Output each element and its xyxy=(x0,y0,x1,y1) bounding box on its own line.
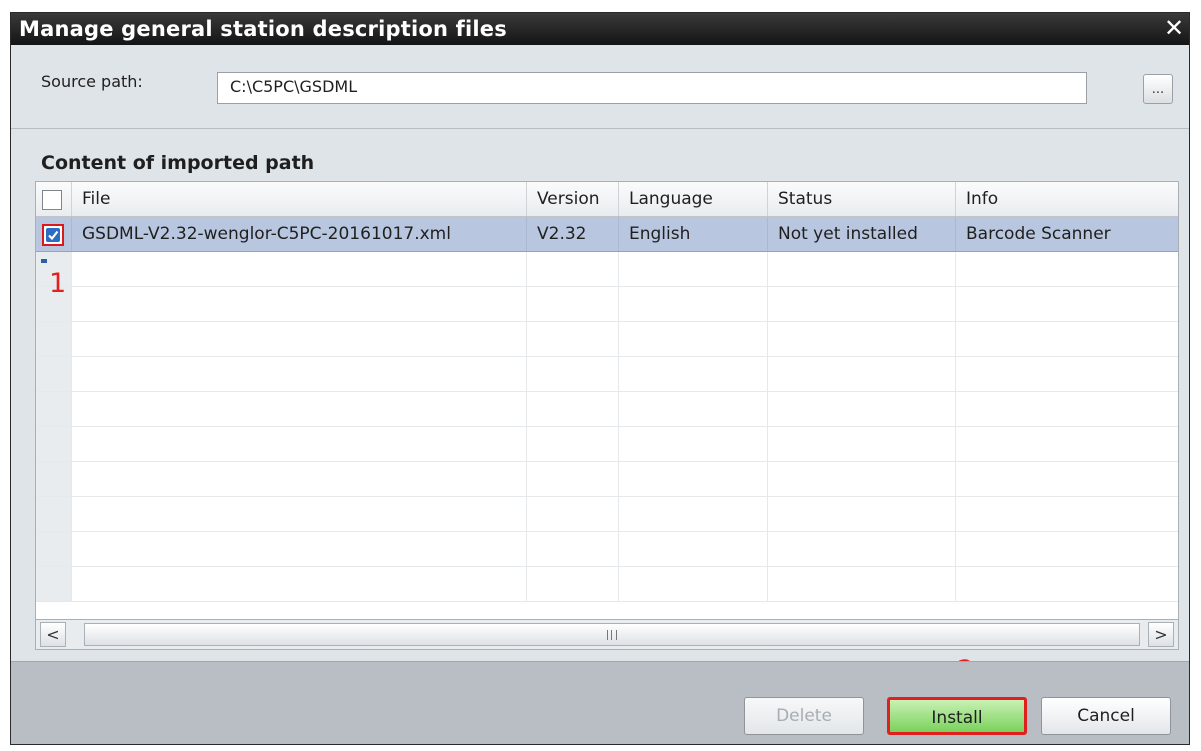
dialog-title: Manage general station description files xyxy=(19,17,507,41)
file-version: V2.32 xyxy=(537,224,587,244)
row-select-cell xyxy=(36,217,72,251)
source-path-input[interactable]: C:\C5PC\GSDML xyxy=(217,72,1087,104)
cell-file: GSDML-V2.32-wenglor-C5PC-20161017.xml xyxy=(72,217,527,251)
file-info: Barcode Scanner xyxy=(966,224,1111,244)
cell-info: Barcode Scanner xyxy=(956,217,1178,251)
focus-indicator xyxy=(41,259,47,263)
select-all-checkbox[interactable] xyxy=(42,190,62,210)
empty-row xyxy=(36,252,1178,287)
column-header-file: File xyxy=(82,189,111,209)
scrollbar-thumb[interactable] xyxy=(84,623,1140,646)
header-info[interactable]: Info xyxy=(956,182,1178,216)
step-1-annotation: 1 xyxy=(49,268,67,299)
checkmark-icon xyxy=(46,228,60,242)
column-header-info: Info xyxy=(966,189,999,209)
column-header-status: Status xyxy=(778,189,833,209)
gsd-file-table: File Version Language Status Info GSDML-… xyxy=(35,181,1179,649)
table-header: File Version Language Status Info xyxy=(36,182,1178,217)
cell-language: English xyxy=(619,217,768,251)
empty-row xyxy=(36,462,1178,497)
divider xyxy=(11,128,1189,129)
empty-row xyxy=(36,497,1178,532)
file-name: GSDML-V2.32-wenglor-C5PC-20161017.xml xyxy=(82,224,451,244)
horizontal-scrollbar[interactable]: < > xyxy=(35,619,1179,650)
file-language: English xyxy=(629,224,691,244)
empty-row xyxy=(36,357,1178,392)
file-status: Not yet installed xyxy=(778,224,918,244)
delete-button[interactable]: Delete xyxy=(744,697,864,735)
cell-version: V2.32 xyxy=(527,217,619,251)
header-version[interactable]: Version xyxy=(527,182,619,216)
gsd-manager-dialog: Manage general station description files… xyxy=(10,12,1190,745)
install-button[interactable]: Install xyxy=(887,697,1027,735)
button-bar: Delete Install Cancel xyxy=(11,661,1189,744)
browse-button[interactable]: ... xyxy=(1143,74,1173,104)
header-file[interactable]: File xyxy=(72,182,527,216)
header-select-cell xyxy=(36,182,72,216)
header-status[interactable]: Status xyxy=(768,182,956,216)
source-path-label: Source path: xyxy=(41,72,143,91)
empty-row xyxy=(36,567,1178,602)
empty-row xyxy=(36,532,1178,567)
section-title: Content of imported path xyxy=(41,152,315,174)
column-header-version: Version xyxy=(537,189,600,209)
cancel-button[interactable]: Cancel xyxy=(1041,697,1171,735)
title-bar: Manage general station description files… xyxy=(11,13,1189,45)
column-header-language: Language xyxy=(629,189,713,209)
empty-row xyxy=(36,287,1178,322)
empty-row xyxy=(36,427,1178,462)
cell-status: Not yet installed xyxy=(768,217,956,251)
empty-row xyxy=(36,392,1178,427)
scroll-right-button[interactable]: > xyxy=(1148,622,1174,647)
close-icon[interactable]: ✕ xyxy=(1161,15,1187,42)
empty-row xyxy=(36,322,1178,357)
grip-icon xyxy=(607,630,617,640)
scroll-left-button[interactable]: < xyxy=(40,622,66,647)
header-language[interactable]: Language xyxy=(619,182,768,216)
row-checkbox[interactable] xyxy=(42,224,64,246)
table-row[interactable]: GSDML-V2.32-wenglor-C5PC-20161017.xml V2… xyxy=(36,217,1178,252)
